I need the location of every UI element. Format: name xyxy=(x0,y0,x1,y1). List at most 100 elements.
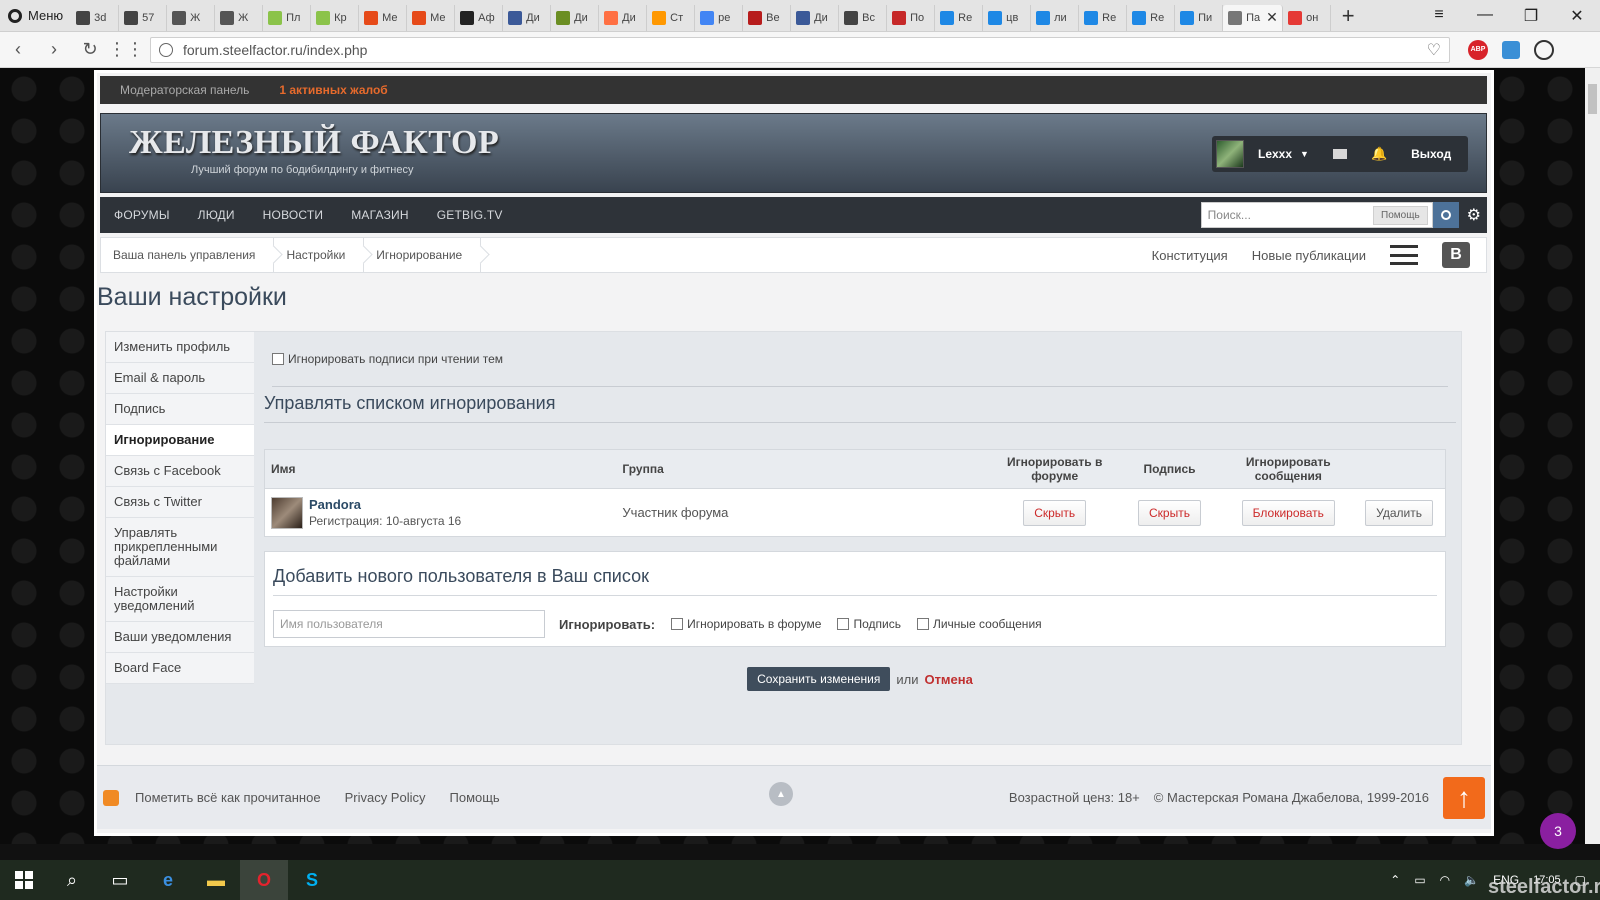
folder-icon[interactable]: ▬ xyxy=(192,860,240,900)
browser-tab[interactable]: Ди xyxy=(791,4,840,31)
rss-icon[interactable] xyxy=(103,789,119,806)
sidebar-item-signature[interactable]: Подпись xyxy=(106,394,254,425)
delete-button[interactable]: Удалить xyxy=(1365,499,1433,526)
browser-tab[interactable]: Пи xyxy=(1175,4,1224,31)
mail-icon[interactable] xyxy=(1332,149,1347,159)
search-input[interactable]: Поиск... Помощь xyxy=(1200,202,1433,228)
block-messages-button[interactable]: Блокировать xyxy=(1241,499,1335,526)
scrollbar-thumb[interactable] xyxy=(1588,84,1597,114)
volume-icon[interactable]: 🔈 xyxy=(1464,873,1479,887)
browser-tab[interactable]: Ст xyxy=(647,4,696,31)
browser-tab[interactable]: Ж xyxy=(167,4,216,31)
browser-tab[interactable]: Кр xyxy=(311,4,360,31)
browser-tab[interactable]: Re xyxy=(935,4,984,31)
skype-icon[interactable]: S xyxy=(288,860,336,900)
browser-tab[interactable]: 57 xyxy=(119,4,168,31)
sidebar-item-twitter[interactable]: Связь с Twitter xyxy=(106,487,254,518)
browser-tab-active[interactable]: Па ✕ xyxy=(1223,4,1284,31)
search-button[interactable] xyxy=(1432,202,1459,228)
wifi-icon[interactable]: ◠ xyxy=(1440,873,1450,887)
browser-tab[interactable]: 3d xyxy=(71,4,120,31)
browser-menu-button[interactable]: Меню xyxy=(0,0,71,32)
option-ignore-forum[interactable]: Игнорировать в форуме xyxy=(671,617,821,631)
browser-tab[interactable]: он xyxy=(1283,4,1332,31)
sidebar-item-alerts[interactable]: Ваши уведомления xyxy=(106,622,254,653)
page-scrollbar[interactable] xyxy=(1585,68,1600,844)
nav-forums[interactable]: Форумы xyxy=(100,208,184,222)
bell-icon[interactable]: 🔔 xyxy=(1371,146,1387,162)
nav-people[interactable]: Люди xyxy=(184,208,249,222)
chevron-up-icon[interactable]: ⌃ xyxy=(1390,873,1400,887)
sidebar-item-alert-prefs[interactable]: Настройки уведомлений xyxy=(106,577,254,622)
browser-tab[interactable]: Re xyxy=(1127,4,1176,31)
browser-tab[interactable]: Ди xyxy=(551,4,600,31)
chevron-down-icon[interactable]: ▼ xyxy=(1300,149,1309,159)
search-icon[interactable]: ⌕ xyxy=(48,860,96,900)
user-name-link[interactable]: Pandora xyxy=(309,497,461,512)
gear-icon[interactable]: ⚙ xyxy=(1467,205,1481,225)
breadcrumb-item[interactable]: Игнорирование xyxy=(364,238,482,272)
sidebar-item-attachments[interactable]: Управлять прикрепленными файлами xyxy=(106,518,254,577)
browser-tab[interactable]: ли xyxy=(1031,4,1080,31)
reports-link[interactable]: 1 активных жалоб xyxy=(279,83,387,97)
browser-tab[interactable]: Аф xyxy=(455,4,504,31)
ignore-signatures-checkbox[interactable] xyxy=(272,353,284,365)
reload-icon[interactable]: ↻ xyxy=(72,39,108,60)
signature-checkbox[interactable] xyxy=(837,618,850,630)
tab-menu-icon[interactable]: ≡ xyxy=(1416,6,1462,26)
browser-tab[interactable]: Ме xyxy=(359,4,408,31)
browser-tab[interactable]: ре xyxy=(695,4,744,31)
close-tab-icon[interactable]: ✕ xyxy=(1266,9,1278,26)
hide-signature-button[interactable]: Скрыть xyxy=(1138,499,1201,526)
ignore-signatures-label[interactable]: Игнорировать подписи при чтении тем xyxy=(288,352,503,366)
cancel-link[interactable]: Отмена xyxy=(924,672,972,687)
sidebar-item-board-face[interactable]: Board Face xyxy=(106,653,254,684)
help-link[interactable]: Помощь xyxy=(450,790,500,805)
browser-tab[interactable]: Ве xyxy=(743,4,792,31)
browser-tab[interactable]: Ди xyxy=(503,4,552,31)
constitution-link[interactable]: Конституция xyxy=(1152,248,1228,263)
privacy-link[interactable]: Privacy Policy xyxy=(345,790,426,805)
list-icon[interactable] xyxy=(1390,245,1418,265)
back-icon[interactable]: ‹ xyxy=(0,39,36,60)
private-messages-checkbox[interactable] xyxy=(916,618,929,630)
start-button[interactable] xyxy=(0,860,48,900)
breadcrumb-item[interactable]: Ваша панель управления xyxy=(101,238,275,272)
browser-tab[interactable]: Ди xyxy=(599,4,648,31)
username-link[interactable]: Lexxx xyxy=(1258,147,1292,161)
mark-read-link[interactable]: Пометить всё как прочитанное xyxy=(135,790,321,805)
option-signature[interactable]: Подпись xyxy=(837,617,901,631)
arrow-up-icon[interactable]: ↑ xyxy=(1443,776,1485,819)
browser-tab[interactable]: Re xyxy=(1079,4,1128,31)
forward-icon[interactable]: › xyxy=(36,39,72,60)
download-icon[interactable] xyxy=(1534,39,1554,60)
browser-tab[interactable]: Вс xyxy=(839,4,888,31)
edge-icon[interactable]: e xyxy=(144,860,192,900)
nav-getbig[interactable]: GetBig.TV xyxy=(423,208,517,222)
sidebar-item-facebook[interactable]: Связь с Facebook xyxy=(106,456,254,487)
search-help-button[interactable]: Помощь xyxy=(1373,205,1428,225)
new-posts-link[interactable]: Новые публикации xyxy=(1252,248,1366,263)
task-view-icon[interactable]: ▭ xyxy=(96,860,144,900)
vk-icon[interactable]: B xyxy=(1442,242,1470,268)
moderator-panel-link[interactable]: Модераторская панель xyxy=(120,83,249,97)
url-input[interactable]: forum.steelfactor.ru/index.php ♡ xyxy=(150,36,1450,63)
sidebar-item-ignore[interactable]: Игнорирование xyxy=(106,425,254,456)
restore-icon[interactable]: ❐ xyxy=(1508,6,1554,26)
hide-in-forum-button[interactable]: Скрыть xyxy=(1023,499,1087,526)
username-input[interactable]: Имя пользователя xyxy=(273,610,545,638)
extension-icon[interactable] xyxy=(1502,40,1520,59)
logout-link[interactable]: Выход xyxy=(1411,147,1451,161)
sidebar-item-email-password[interactable]: Email & пароль xyxy=(106,363,254,394)
nav-shop[interactable]: Магазин xyxy=(337,208,423,222)
avatar[interactable] xyxy=(271,496,303,529)
minimize-icon[interactable]: — xyxy=(1462,6,1508,26)
ignore-forum-checkbox[interactable] xyxy=(671,618,684,630)
heart-icon[interactable]: ♡ xyxy=(1427,40,1441,60)
speed-dial-icon[interactable]: ⋮⋮ xyxy=(108,39,144,60)
browser-tab[interactable]: По xyxy=(887,4,936,31)
browser-tab[interactable]: Пл xyxy=(263,4,312,31)
adblock-icon[interactable]: ABP xyxy=(1468,39,1488,60)
browser-tab[interactable]: Ме xyxy=(407,4,456,31)
nav-news[interactable]: Новости xyxy=(249,208,338,222)
